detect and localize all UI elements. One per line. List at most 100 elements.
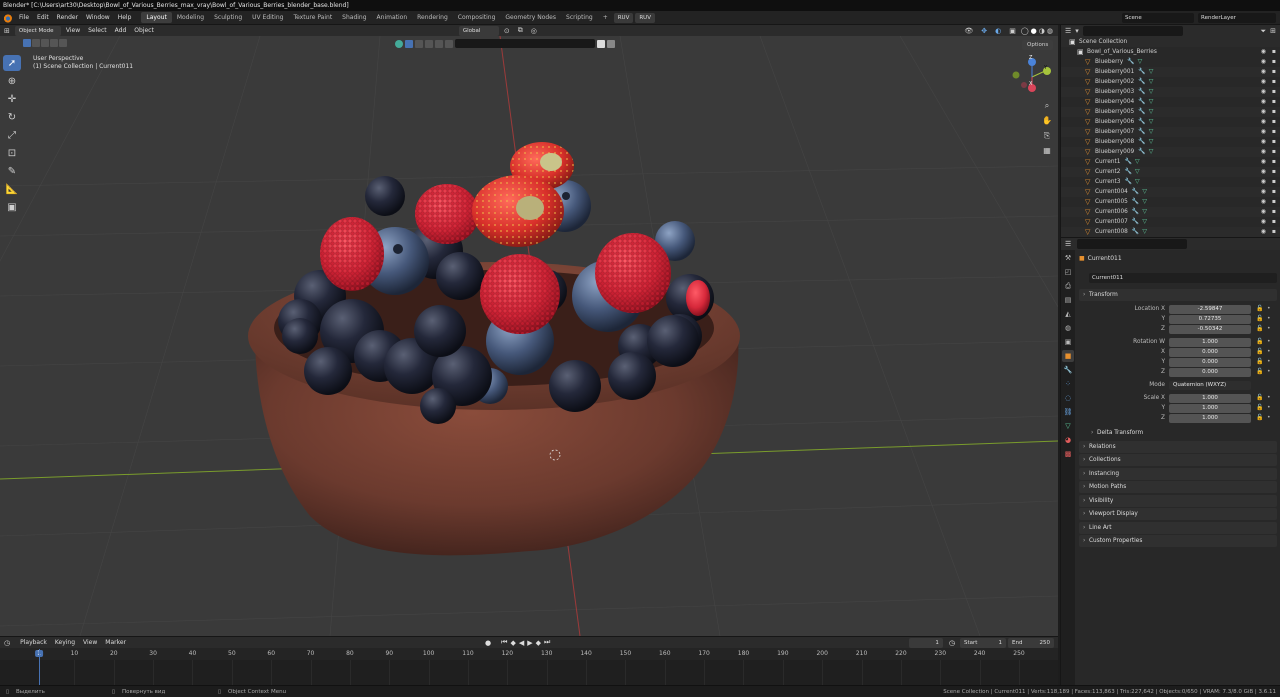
modifier-icon[interactable]: 🔧 xyxy=(1138,147,1145,157)
view-layer-tab-icon[interactable]: ▤ xyxy=(1062,294,1074,306)
mesh-data-icon[interactable]: ▽ xyxy=(1135,177,1140,187)
menu-help[interactable]: Help xyxy=(114,11,136,25)
viewport-menu-object[interactable]: Object xyxy=(130,24,158,38)
tab-shading[interactable]: Shading xyxy=(337,12,371,23)
outliner-row-object[interactable]: ▽ Current2 🔧 ▽ ◉ ▪ xyxy=(1061,167,1280,177)
scale-y-field[interactable]: 1.000 xyxy=(1169,404,1251,413)
outliner-editor-icon[interactable]: ☰ xyxy=(1065,27,1071,35)
gizmo-x-label[interactable]: X xyxy=(1029,81,1032,87)
jump-start-icon[interactable]: ⏮ xyxy=(501,638,507,647)
scale-tool-icon[interactable]: ⤢ xyxy=(3,127,21,143)
filter-empty-icon[interactable] xyxy=(445,39,453,48)
xray-icon[interactable]: ▣ xyxy=(1009,27,1016,35)
viewport-menu-select[interactable]: Select xyxy=(84,24,111,38)
mesh-data-tab-icon[interactable]: ▽ xyxy=(1062,420,1074,432)
tab-rendering[interactable]: Rendering xyxy=(412,12,453,23)
timeline-area[interactable] xyxy=(0,660,1058,685)
tab-texture-paint[interactable]: Texture Paint xyxy=(288,12,337,23)
eye-icon[interactable]: ◉ xyxy=(1261,77,1266,87)
editor-type-icon[interactable]: ⊞ xyxy=(4,27,10,35)
lock-icon[interactable]: 🔓 xyxy=(1256,315,1263,322)
current-frame-field[interactable]: 1 xyxy=(908,637,943,648)
end-frame-field[interactable]: End 250 xyxy=(1008,637,1054,648)
eye-icon[interactable]: ◉ xyxy=(1261,197,1266,207)
mesh-data-icon[interactable]: ▽ xyxy=(1142,197,1147,207)
snap-icon[interactable]: ⧉ xyxy=(518,26,523,35)
mesh-data-icon[interactable]: ▽ xyxy=(1149,117,1154,127)
filter-mesh-icon[interactable] xyxy=(405,39,413,48)
camera-icon[interactable]: ▪ xyxy=(1272,157,1276,167)
lock-icon[interactable]: 🔓 xyxy=(1256,358,1263,365)
eye-icon[interactable]: ◉ xyxy=(1261,97,1266,107)
move-tool-icon[interactable]: ✛ xyxy=(3,91,21,107)
visibility-icon[interactable]: 👁 xyxy=(964,27,973,35)
scale-z-field[interactable]: 1.000 xyxy=(1169,414,1251,423)
outliner-row-object[interactable]: ▽ Blueberry004 🔧 ▽ ◉ ▪ xyxy=(1061,97,1280,107)
camera-icon[interactable]: ▪ xyxy=(1272,117,1276,127)
measure-tool-icon[interactable]: 📐 xyxy=(3,181,21,197)
camera-icon[interactable]: ▪ xyxy=(1272,227,1276,237)
keyframe-dot-icon[interactable]: • xyxy=(1267,325,1271,332)
select-invert-icon[interactable] xyxy=(50,39,58,47)
filter-options-icon[interactable] xyxy=(607,39,615,48)
motion-paths-panel[interactable]: Motion Paths xyxy=(1079,481,1277,493)
transform-panel-header[interactable]: Transform xyxy=(1079,289,1277,301)
keyframe-dot-icon[interactable]: • xyxy=(1267,348,1271,355)
camera-icon[interactable]: ▪ xyxy=(1272,107,1276,117)
eye-icon[interactable]: ◉ xyxy=(1261,57,1266,67)
lock-icon[interactable]: 🔓 xyxy=(1256,414,1263,421)
eye-icon[interactable]: ◉ xyxy=(1261,187,1266,197)
modifier-icon[interactable]: 🔧 xyxy=(1132,207,1139,217)
mesh-data-icon[interactable]: ▽ xyxy=(1149,137,1154,147)
mesh-data-icon[interactable]: ▽ xyxy=(1149,77,1154,87)
outliner-row-object[interactable]: ▽ Blueberry003 🔧 ▽ ◉ ▪ xyxy=(1061,87,1280,97)
camera-icon[interactable]: ▪ xyxy=(1272,87,1276,97)
render-tab-icon[interactable]: ◰ xyxy=(1062,266,1074,278)
mesh-data-icon[interactable]: ▽ xyxy=(1142,207,1147,217)
outliner-new-collection-icon[interactable]: ⊞ xyxy=(1270,27,1276,35)
proportional-edit-icon[interactable]: ◎ xyxy=(531,27,537,35)
outliner-search-input[interactable] xyxy=(1082,26,1183,36)
play-icon[interactable]: ▶ xyxy=(527,639,532,647)
location-y-field[interactable]: 0.72735 xyxy=(1169,315,1251,324)
world-tab-icon[interactable]: ◍ xyxy=(1062,322,1074,334)
outliner-display-mode-icon[interactable]: ▾ xyxy=(1075,27,1079,35)
lock-icon[interactable]: 🔓 xyxy=(1256,348,1263,355)
modifier-icon[interactable]: 🔧 xyxy=(1138,107,1145,117)
modifier-icon[interactable]: 🔧 xyxy=(1132,197,1139,207)
timeline-ruler[interactable]: 1102030405060708090100110120130140150160… xyxy=(0,648,1058,660)
outliner-row-object[interactable]: ▽ Current3 🔧 ▽ ◉ ▪ xyxy=(1061,177,1280,187)
outliner-row-object[interactable]: ▽ Current006 🔧 ▽ ◉ ▪ xyxy=(1061,207,1280,217)
menu-edit[interactable]: Edit xyxy=(33,11,53,25)
filter-object-types-icon[interactable] xyxy=(395,39,403,48)
menu-file[interactable]: File xyxy=(15,11,33,25)
mesh-data-icon[interactable]: ▽ xyxy=(1142,217,1147,227)
location-x-field[interactable]: -2.59847 xyxy=(1169,305,1251,314)
material-tab-icon[interactable]: ◕ xyxy=(1062,434,1074,446)
custom-properties-panel[interactable]: Custom Properties xyxy=(1079,535,1277,547)
keyframe-dot-icon[interactable]: • xyxy=(1267,305,1271,312)
annotate-tool-icon[interactable]: ✎ xyxy=(3,163,21,179)
outliner-row-object[interactable]: ▽ Current007 🔧 ▽ ◉ ▪ xyxy=(1061,217,1280,227)
keyframe-dot-icon[interactable]: • xyxy=(1267,338,1271,345)
modifier-tab-icon[interactable]: 🔧 xyxy=(1062,364,1074,376)
tab-modeling[interactable]: Modeling xyxy=(172,12,209,23)
properties-editor-icon[interactable]: ☰ xyxy=(1065,240,1071,248)
add-workspace-button[interactable]: + xyxy=(598,12,613,23)
mesh-data-icon[interactable]: ▽ xyxy=(1149,107,1154,117)
object-name-field[interactable]: Current011 xyxy=(1089,273,1277,283)
tab-compositing[interactable]: Compositing xyxy=(453,12,501,23)
lock-icon[interactable]: 🔓 xyxy=(1256,394,1263,401)
mesh-data-icon[interactable]: ▽ xyxy=(1149,87,1154,97)
modifier-icon[interactable]: 🔧 xyxy=(1124,157,1131,167)
modifier-icon[interactable]: 🔧 xyxy=(1138,67,1145,77)
outliner-row-collection[interactable]: ▣ Bowl_of_Various_Berries ◉ ▪ xyxy=(1061,47,1280,57)
outliner-row-object[interactable]: ▽ Blueberry005 🔧 ▽ ◉ ▪ xyxy=(1061,107,1280,117)
shading-material-icon[interactable]: ◑ xyxy=(1039,27,1045,35)
outliner-row-object[interactable]: ▽ Current005 🔧 ▽ ◉ ▪ xyxy=(1061,197,1280,207)
playhead[interactable] xyxy=(39,649,40,685)
eye-icon[interactable]: ◉ xyxy=(1261,147,1266,157)
visibility-panel[interactable]: Visibility xyxy=(1079,495,1277,507)
rotate-tool-icon[interactable]: ↻ xyxy=(3,109,21,125)
eye-icon[interactable]: ◉ xyxy=(1261,207,1266,217)
